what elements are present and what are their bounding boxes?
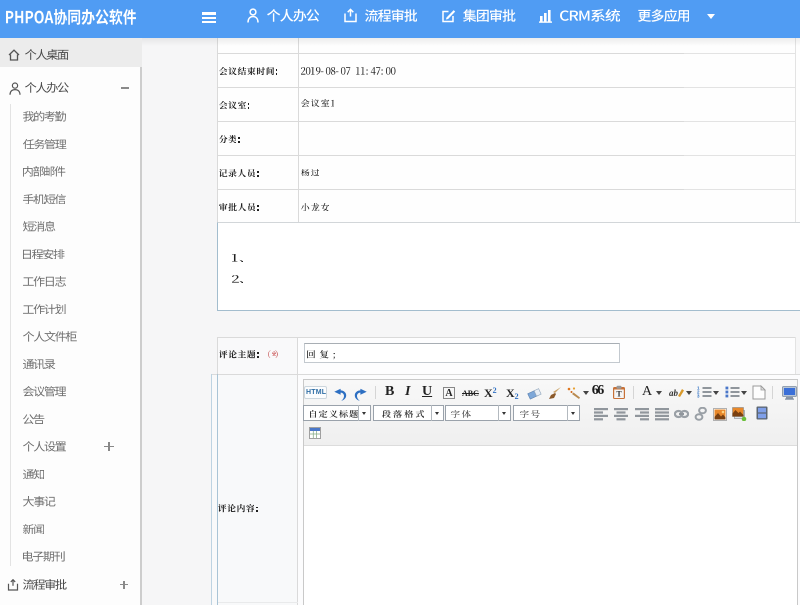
svg-text:ab: ab [669, 388, 679, 398]
svg-text:3: 3 [697, 394, 700, 399]
svg-text:T: T [616, 390, 622, 399]
